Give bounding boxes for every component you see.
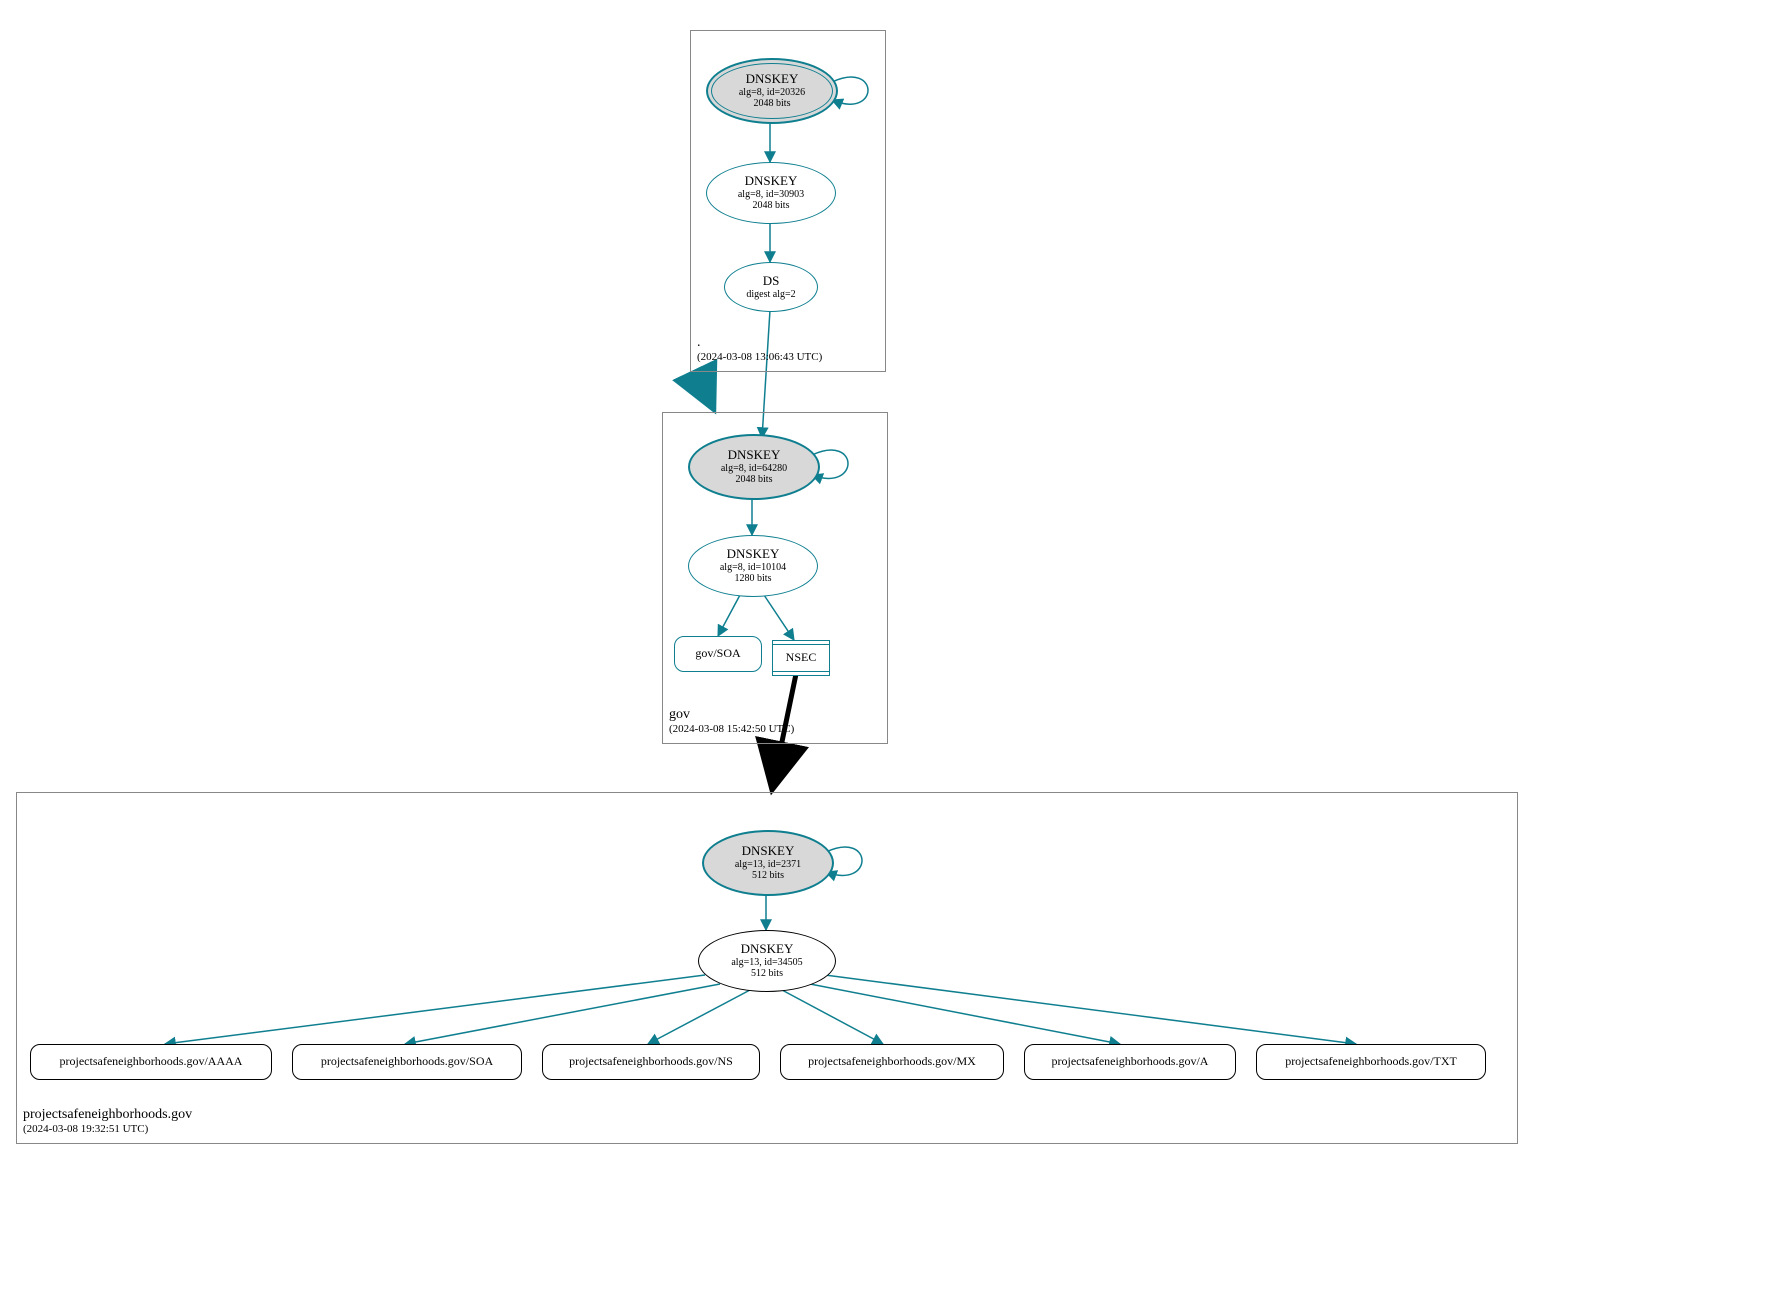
psn-txt-label: projectsafeneighborhoods.gov/TXT — [1285, 1055, 1457, 1069]
node-psn-ksk: DNSKEY alg=13, id=2371 512 bits — [702, 830, 834, 896]
root-ds-title: DS — [763, 274, 780, 289]
node-gov-ksk: DNSKEY alg=8, id=64280 2048 bits — [688, 434, 820, 500]
psn-zsk-alg: alg=13, id=34505 — [731, 957, 802, 969]
zone-psn-name: projectsafeneighborhoods.gov — [23, 1106, 192, 1124]
zone-root-name: . — [697, 334, 822, 352]
psn-zsk-bits: 512 bits — [751, 968, 783, 980]
zone-gov-timestamp: (2024-03-08 15:42:50 UTC) — [669, 723, 794, 737]
psn-a-label: projectsafeneighborhoods.gov/A — [1052, 1055, 1209, 1069]
gov-ksk-title: DNSKEY — [728, 448, 781, 463]
root-ds-alg: digest alg=2 — [746, 289, 795, 301]
zone-psn-label: projectsafeneighborhoods.gov (2024-03-08… — [23, 1106, 192, 1137]
root-ksk-title: DNSKEY — [746, 72, 799, 87]
node-psn-mx: projectsafeneighborhoods.gov/MX — [780, 1044, 1004, 1080]
gov-zsk-title: DNSKEY — [727, 547, 780, 562]
node-psn-soa: projectsafeneighborhoods.gov/SOA — [292, 1044, 522, 1080]
psn-soa-label: projectsafeneighborhoods.gov/SOA — [321, 1055, 493, 1069]
node-psn-aaaa: projectsafeneighborhoods.gov/AAAA — [30, 1044, 272, 1080]
zone-root-label: . (2024-03-08 13:06:43 UTC) — [697, 334, 822, 365]
node-psn-ns: projectsafeneighborhoods.gov/NS — [542, 1044, 760, 1080]
zone-gov-name: gov — [669, 706, 794, 724]
gov-zsk-alg: alg=8, id=10104 — [720, 562, 786, 574]
psn-zsk-title: DNSKEY — [741, 942, 794, 957]
node-psn-a: projectsafeneighborhoods.gov/A — [1024, 1044, 1236, 1080]
node-root-ds: DS digest alg=2 — [724, 262, 818, 312]
gov-soa-label: gov/SOA — [695, 647, 740, 661]
psn-ksk-alg: alg=13, id=2371 — [735, 859, 801, 871]
gov-ksk-alg: alg=8, id=64280 — [721, 463, 787, 475]
root-ksk-bits: 2048 bits — [754, 98, 791, 110]
node-gov-soa: gov/SOA — [674, 636, 762, 672]
node-gov-zsk: DNSKEY alg=8, id=10104 1280 bits — [688, 535, 818, 597]
node-gov-nsec: NSEC — [772, 640, 830, 676]
psn-ksk-bits: 512 bits — [752, 870, 784, 882]
gov-nsec-label: NSEC — [786, 651, 817, 665]
diagram-canvas: . (2024-03-08 13:06:43 UTC) DNSKEY alg=8… — [0, 0, 1788, 1304]
node-psn-txt: projectsafeneighborhoods.gov/TXT — [1256, 1044, 1486, 1080]
zone-psn-timestamp: (2024-03-08 19:32:51 UTC) — [23, 1123, 192, 1137]
root-zsk-bits: 2048 bits — [753, 200, 790, 212]
zone-root-timestamp: (2024-03-08 13:06:43 UTC) — [697, 351, 822, 365]
psn-ns-label: projectsafeneighborhoods.gov/NS — [569, 1055, 733, 1069]
psn-mx-label: projectsafeneighborhoods.gov/MX — [808, 1055, 976, 1069]
node-psn-zsk: DNSKEY alg=13, id=34505 512 bits — [698, 930, 836, 992]
psn-aaaa-label: projectsafeneighborhoods.gov/AAAA — [60, 1055, 243, 1069]
gov-ksk-bits: 2048 bits — [736, 474, 773, 486]
node-root-ksk: DNSKEY alg=8, id=20326 2048 bits — [706, 58, 838, 124]
psn-ksk-title: DNSKEY — [742, 844, 795, 859]
zone-gov-label: gov (2024-03-08 15:42:50 UTC) — [669, 706, 794, 737]
node-root-zsk: DNSKEY alg=8, id=30903 2048 bits — [706, 162, 836, 224]
root-ksk-alg: alg=8, id=20326 — [739, 87, 805, 99]
edge-rootzone-to-govzone — [695, 370, 714, 410]
root-zsk-alg: alg=8, id=30903 — [738, 189, 804, 201]
gov-zsk-bits: 1280 bits — [735, 573, 772, 585]
root-zsk-title: DNSKEY — [745, 174, 798, 189]
